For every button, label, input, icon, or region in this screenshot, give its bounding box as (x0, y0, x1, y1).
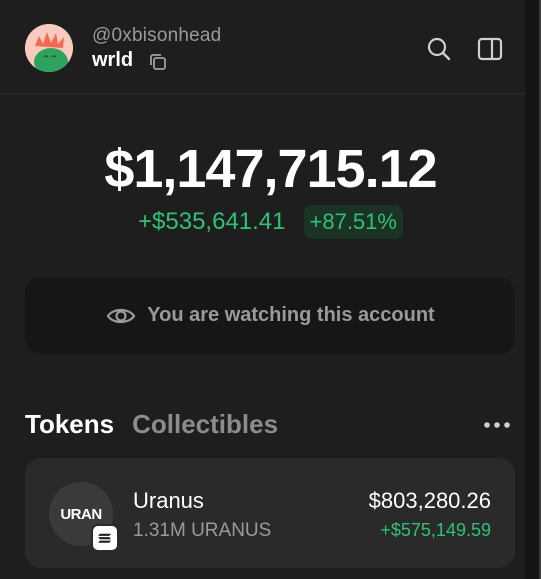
token-name: Uranus (133, 488, 204, 513)
token-amount: 1.31M URANUS (133, 520, 272, 541)
more-options-icon[interactable] (481, 418, 513, 432)
dinosaur-avatar-icon (25, 24, 73, 72)
watching-account-notice: You are watching this account (25, 277, 515, 354)
tab-tokens[interactable]: Tokens (25, 409, 114, 440)
asset-tabs: Tokens Collectibles (25, 409, 278, 443)
search-icon[interactable] (425, 35, 453, 63)
total-balance: $1,147,715.12 (104, 139, 437, 199)
watching-account-text: You are watching this account (147, 304, 435, 326)
account-handle: @0xbisonhead (92, 25, 222, 46)
balance-change-percent-badge: +87.51% (303, 205, 403, 239)
avatar[interactable] (25, 24, 73, 72)
solana-icon (91, 524, 119, 552)
copy-icon[interactable] (148, 52, 168, 72)
token-logo-text: URAN (60, 505, 102, 523)
sidebar-toggle-icon[interactable] (476, 35, 504, 63)
balance-change-amount: +$535,641.41 (138, 208, 286, 235)
tab-collectibles[interactable]: Collectibles (132, 409, 278, 440)
eye-icon (106, 308, 136, 323)
account-header: @0xbisonhead wrld (0, 0, 527, 94)
token-value: $803,280.26 (368, 488, 491, 513)
token-change: +$575,149.59 (380, 520, 491, 540)
wallet-panel: @0xbisonhead wrld $1,147,715.12 +$535,64… (0, 0, 541, 579)
wallet-name: wrld (92, 49, 134, 71)
token-row[interactable]: URAN Uranus 1.31M URANUS $803,280.26 +$5… (25, 458, 515, 568)
balance-change-row: +$535,641.41 +87.51% (0, 204, 539, 240)
